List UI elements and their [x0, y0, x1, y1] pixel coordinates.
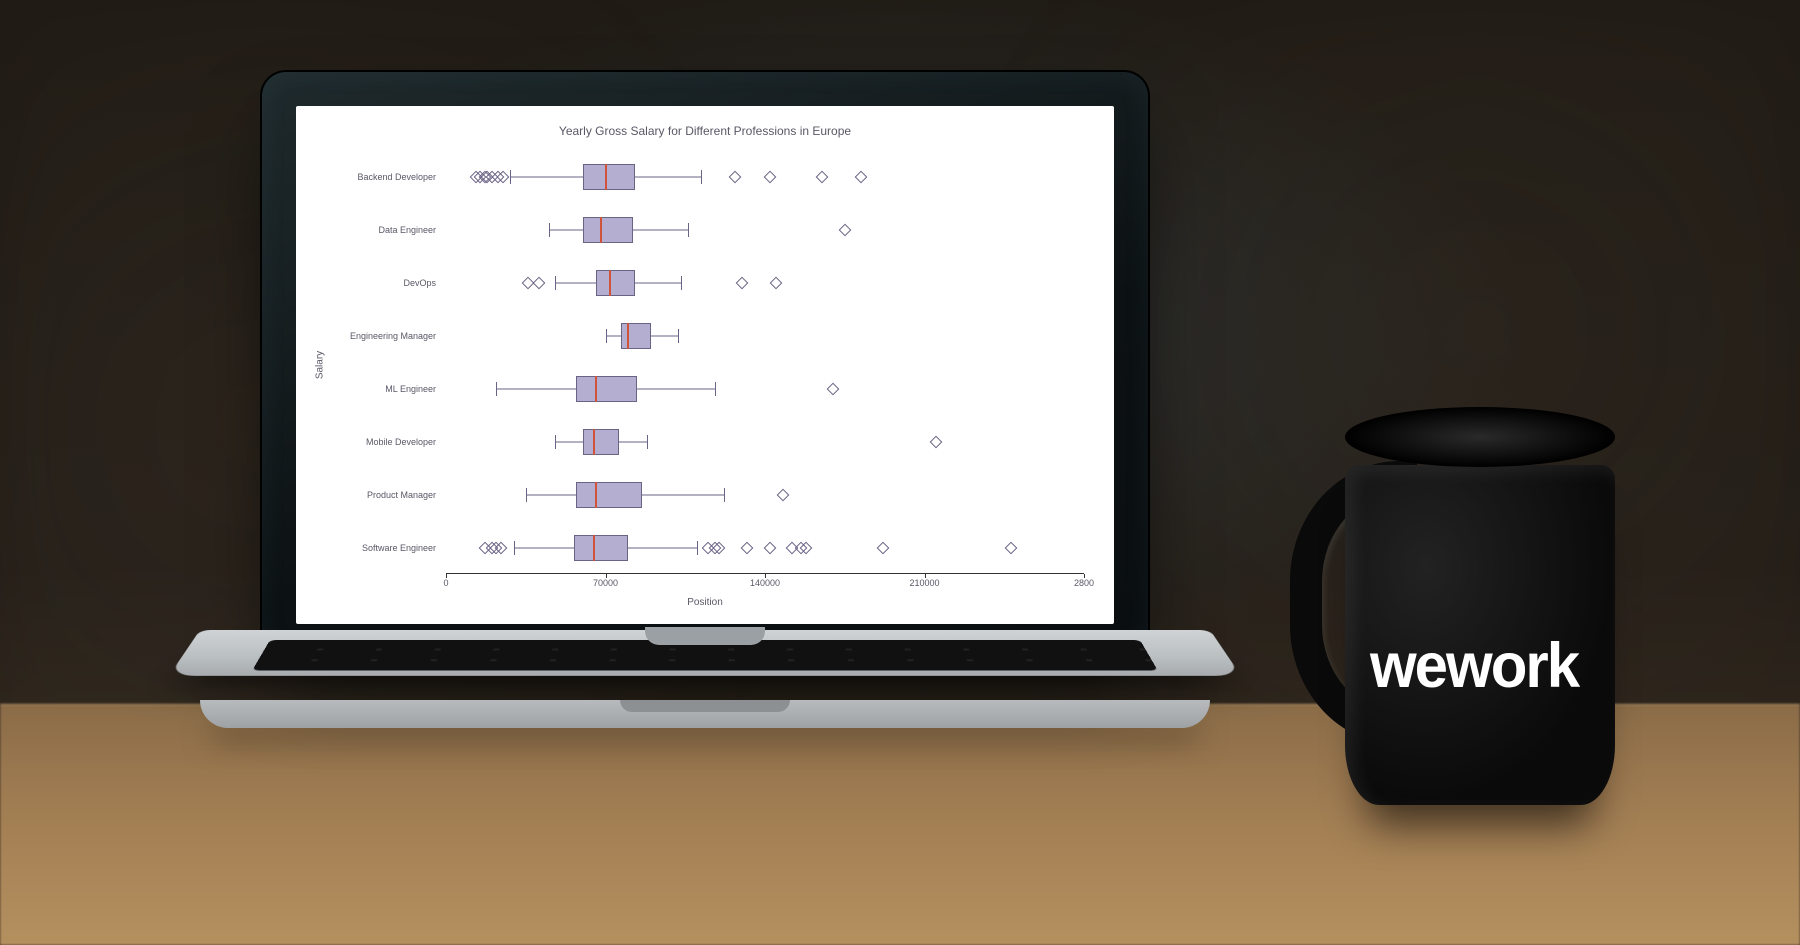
trackpad-notch [620, 700, 790, 712]
outlier-point [729, 170, 742, 183]
whisker-cap [715, 382, 716, 396]
category-label: Backend Developer [357, 172, 446, 182]
outlier-point [533, 276, 546, 289]
x-tick-label: 140000 [750, 578, 780, 588]
iqr-box [576, 376, 638, 402]
x-axis-label: Position [296, 597, 1114, 608]
whisker-cap [606, 329, 607, 343]
outlier-point [877, 541, 890, 554]
laptop-base [200, 630, 1210, 810]
category-label: Mobile Developer [366, 437, 446, 447]
median-line [595, 376, 597, 402]
whisker-cap [688, 223, 689, 237]
median-line [605, 164, 607, 190]
median-line [595, 482, 597, 508]
category-label: Engineering Manager [350, 331, 446, 341]
median-line [609, 270, 611, 296]
outlier-point [763, 170, 776, 183]
outlier-point [838, 223, 851, 236]
iqr-box [583, 429, 619, 455]
whisker-cap [549, 223, 550, 237]
median-line [600, 217, 602, 243]
y-axis-label: Salary [315, 351, 326, 379]
whisker-cap [496, 382, 497, 396]
plot-area: 0700001400002100002800Backend DeveloperD… [446, 150, 1084, 574]
x-tick-label: 210000 [909, 578, 939, 588]
iqr-box [621, 323, 651, 349]
whisker-cap [526, 488, 527, 502]
category-label: Product Manager [367, 490, 446, 500]
whisker-cap [697, 541, 698, 555]
category-label: Software Engineer [362, 543, 446, 553]
whisker-cap [555, 276, 556, 290]
category-row: Data Engineer [446, 203, 1084, 256]
laptop: Yearly Gross Salary for Different Profes… [260, 70, 1150, 810]
category-row: Backend Developer [446, 150, 1084, 203]
outlier-point [777, 488, 790, 501]
outlier-point [1005, 541, 1018, 554]
whisker-cap [681, 276, 682, 290]
category-row: Engineering Manager [446, 309, 1084, 362]
whisker-cap [701, 170, 702, 184]
outlier-point [827, 382, 840, 395]
category-row: Software Engineer [446, 521, 1084, 574]
outlier-point [740, 541, 753, 554]
coffee-mug: wework [1290, 425, 1620, 805]
whisker-cap [678, 329, 679, 343]
median-line [593, 429, 595, 455]
iqr-box [574, 535, 629, 561]
category-label: ML Engineer [385, 384, 446, 394]
whisker-cap [555, 435, 556, 449]
iqr-box [583, 217, 633, 243]
laptop-bezel: Yearly Gross Salary for Different Profes… [260, 70, 1150, 655]
x-tick-label: 2800 [1074, 578, 1094, 588]
category-row: Mobile Developer [446, 415, 1084, 468]
median-line [627, 323, 629, 349]
iqr-box [583, 164, 635, 190]
outlier-point [763, 541, 776, 554]
x-tick-label: 70000 [593, 578, 618, 588]
outlier-point [854, 170, 867, 183]
whisker-cap [724, 488, 725, 502]
chart-title: Yearly Gross Salary for Different Profes… [296, 124, 1114, 138]
boxplot-chart: Yearly Gross Salary for Different Profes… [296, 106, 1114, 624]
outlier-point [770, 276, 783, 289]
category-label: Data Engineer [378, 225, 446, 235]
x-tick-label: 0 [443, 578, 448, 588]
whisker-cap [647, 435, 648, 449]
iqr-box [596, 270, 635, 296]
hinge-notch [645, 627, 765, 645]
category-label: DevOps [403, 278, 446, 288]
category-row: Product Manager [446, 468, 1084, 521]
category-row: ML Engineer [446, 362, 1084, 415]
laptop-screen: Yearly Gross Salary for Different Profes… [296, 106, 1114, 624]
category-row: DevOps [446, 256, 1084, 309]
whisker-cap [510, 170, 511, 184]
whisker-cap [514, 541, 515, 555]
median-line [593, 535, 595, 561]
iqr-box [576, 482, 642, 508]
outlier-point [930, 435, 943, 448]
outlier-point [816, 170, 829, 183]
mug-rim [1345, 407, 1615, 467]
outlier-point [736, 276, 749, 289]
mug-logo: wework [1370, 629, 1578, 701]
photo-scene: wework Yearly Gross Salary for Different… [0, 0, 1800, 945]
